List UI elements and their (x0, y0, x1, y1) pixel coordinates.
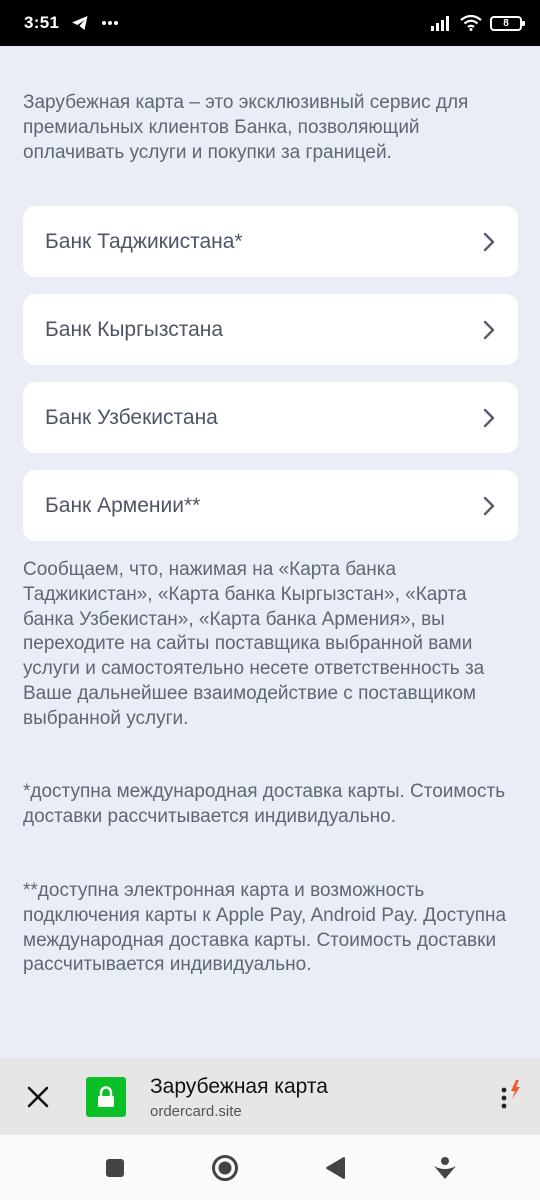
page-title: Зарубежная карта (150, 1074, 328, 1098)
close-button[interactable] (0, 1058, 76, 1135)
bank-card-label: Банк Таджикистана* (45, 229, 243, 253)
bank-card-kyrgyzstan[interactable]: Банк Кыргызстана (23, 294, 518, 365)
signal-icon (431, 16, 449, 31)
home-button[interactable] (205, 1148, 245, 1188)
footnote-electronic-card: **доступна электронная карта и возможнос… (23, 880, 507, 976)
telegram-icon (72, 16, 88, 30)
chevron-right-icon (483, 408, 495, 427)
wifi-icon (460, 15, 482, 31)
chevron-right-icon (483, 496, 495, 515)
bank-card-uzbekistan[interactable]: Банк Узбекистана (23, 382, 518, 453)
more-icon (102, 21, 119, 25)
bank-card-tajikistan[interactable]: Банк Таджикистана* (23, 206, 518, 277)
footnote-delivery: *доступна международная доставка карты. … (23, 781, 506, 827)
close-icon (27, 1086, 49, 1107)
lock-icon (98, 1085, 114, 1107)
chevron-right-icon (483, 232, 495, 251)
status-time: 3:51 (24, 13, 60, 32)
recents-button[interactable] (95, 1148, 135, 1188)
lightning-icon (511, 1079, 520, 1099)
assistant-icon (434, 1156, 456, 1179)
notice-text: Сообщаем, что, нажимая на «Карта банка Т… (23, 559, 485, 729)
browser-address-bar: Зарубежная карта ordercard.site (0, 1058, 540, 1135)
system-nav-bar (0, 1135, 540, 1200)
secure-lock-badge[interactable] (86, 1076, 126, 1117)
square-icon (106, 1158, 124, 1177)
bank-card-label: Банк Узбекистана (45, 405, 218, 429)
circle-icon (212, 1154, 238, 1181)
back-button[interactable] (315, 1148, 355, 1188)
back-triangle-icon (326, 1156, 345, 1179)
browser-menu-button[interactable] (492, 1077, 526, 1117)
intro-text: Зарубежная карта – это эксклюзивный серв… (23, 92, 469, 163)
bank-card-label: Банк Армении** (45, 493, 201, 517)
page-url: ordercard.site (150, 1102, 242, 1120)
assistant-button[interactable] (425, 1148, 465, 1188)
chevron-right-icon (483, 320, 495, 339)
battery-level: 8 (503, 17, 509, 29)
status-bar: 3:51 8 (0, 0, 540, 46)
page-content: Зарубежная карта – это эксклюзивный серв… (0, 46, 540, 1058)
bank-card-label: Банк Кыргызстана (45, 317, 224, 341)
bank-card-armenia[interactable]: Банк Армении** (23, 470, 518, 541)
battery-icon: 8 (490, 15, 525, 31)
page-info[interactable]: Зарубежная карта ordercard.site (150, 1074, 328, 1120)
more-vertical-icon (501, 1079, 520, 1108)
